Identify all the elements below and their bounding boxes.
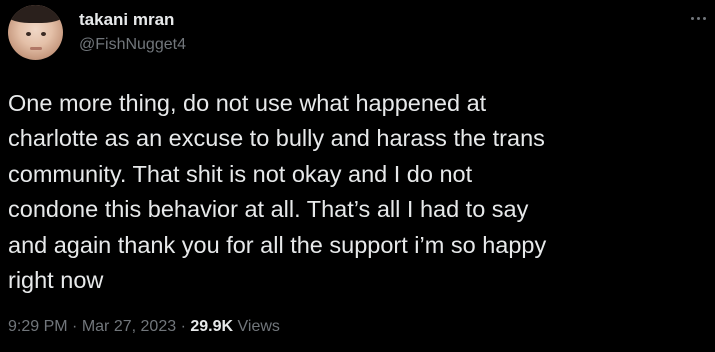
meta-separator: · xyxy=(180,318,186,335)
tweet-date-text: Mar 27, 2023 xyxy=(81,318,177,335)
avatar-eye-right xyxy=(41,32,46,36)
views-count[interactable]: 29.9K xyxy=(190,318,233,335)
tweet-card: takani mran @FishNugget4 One more thing,… xyxy=(0,0,715,352)
more-dot xyxy=(696,16,700,20)
tweet-text-line: charlotte as an excuse to bully and hara… xyxy=(8,125,545,152)
more-horizontal-icon[interactable] xyxy=(686,8,710,28)
tweet-time[interactable]: 9:29 PM · Mar 27, 2023 xyxy=(8,318,176,335)
meta-separator: · xyxy=(72,318,78,335)
tweet-text-line: community. That shit is not okay and I d… xyxy=(8,160,473,187)
tweet-text-line: condone this behavior at all. That’s all… xyxy=(8,196,529,223)
avatar[interactable] xyxy=(8,5,63,60)
avatar-hair xyxy=(8,5,63,23)
tweet-text-line: right now xyxy=(8,267,104,294)
tweet-time-text: 9:29 PM xyxy=(8,318,68,335)
more-dot xyxy=(702,16,706,20)
author-handle[interactable]: @FishNugget4 xyxy=(79,36,186,54)
author-display-name[interactable]: takani mran xyxy=(79,10,174,30)
tweet-text-line: One more thing, do not use what happened… xyxy=(8,90,487,116)
avatar-mouth xyxy=(30,47,42,50)
avatar-eye-left xyxy=(26,32,31,36)
more-dot xyxy=(690,16,694,20)
tweet-text-line: and again thank you for all the support … xyxy=(8,231,547,258)
tweet-text: One more thing, do not use what happened… xyxy=(8,86,708,298)
views-label: Views xyxy=(237,318,280,335)
tweet-meta: 9:29 PM · Mar 27, 2023 · 29.9K Views xyxy=(8,318,280,336)
